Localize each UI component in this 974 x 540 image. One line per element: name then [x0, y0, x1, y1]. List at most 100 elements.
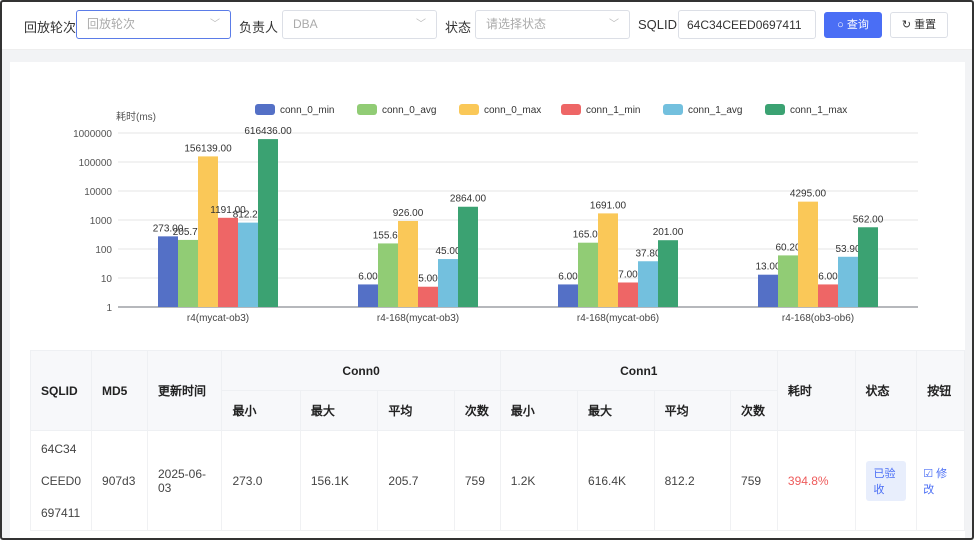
- bar: [158, 236, 178, 307]
- y-tick-label: 1000: [90, 216, 113, 227]
- y-axis-title: 耗时(ms): [116, 111, 156, 123]
- legend-label: conn_0_max: [484, 105, 541, 116]
- bar: [658, 240, 678, 307]
- bar: [598, 213, 618, 307]
- bar: [758, 274, 778, 307]
- bar: [558, 284, 578, 307]
- cell-status: 已验收: [854, 430, 918, 531]
- bar: [858, 227, 878, 307]
- edit-link[interactable]: ☑ 修改: [923, 468, 947, 496]
- header-conn0-min: 最小: [221, 390, 301, 431]
- bar-value-label: 53.90: [835, 244, 860, 255]
- chart-card: 1 10 100 1000 10000 100000 1000000 耗时(ms) conn_0…: [10, 62, 965, 342]
- header-updated: 更新时间: [146, 350, 223, 431]
- header-conn1-max: 最大: [577, 390, 655, 431]
- cell-conn0-max: 156.1K: [299, 430, 379, 531]
- bar-value-label: 1691.00: [590, 200, 627, 211]
- y-tick-label: 1000000: [73, 129, 112, 140]
- header-conn0: Conn0: [221, 350, 501, 391]
- sqlid-line: CEED0: [41, 473, 82, 488]
- legend-label: conn_1_max: [790, 105, 847, 116]
- header-status: 状态: [854, 350, 918, 431]
- cell-actions: ☑ 修改: [916, 430, 965, 531]
- bar-value-label: 562.00: [853, 214, 884, 225]
- bar-value-label: 6.00: [358, 271, 378, 282]
- header-conn0-count: 次数: [453, 390, 501, 431]
- bar: [618, 282, 638, 307]
- bar-chart: 1 10 100 1000 10000 100000 1000000 耗时(ms) conn_0…: [73, 104, 918, 324]
- bar-value-label: 5.00: [418, 274, 438, 285]
- bar: [798, 201, 818, 307]
- sqlid-line: 697411: [41, 505, 81, 520]
- cell-cost: 394.8%: [776, 430, 856, 531]
- legend-label: conn_1_avg: [688, 105, 743, 116]
- bar: [578, 242, 598, 307]
- cell-conn1-min: 1.2K: [499, 430, 579, 531]
- header-conn0-avg: 平均: [377, 390, 455, 431]
- sqlid-line: 64C34: [41, 441, 77, 456]
- bar-value-label: 45.00: [435, 246, 460, 257]
- header-actions: 按钮: [916, 350, 965, 431]
- bar: [238, 222, 258, 307]
- legend-label: conn_0_avg: [382, 105, 437, 116]
- edit-icon: ☑: [923, 467, 937, 480]
- header-conn1: Conn1: [499, 350, 778, 391]
- bar-value-label: 2864.00: [450, 194, 487, 205]
- bar: [418, 286, 438, 307]
- cell-conn1-avg: 812.2: [653, 430, 732, 531]
- y-tick-label: 1: [106, 303, 112, 314]
- bar-value-label: 6.00: [818, 271, 838, 282]
- bar-value-label: 201.00: [653, 227, 684, 238]
- legend-label: conn_0_min: [280, 105, 334, 116]
- bar-value-label: 156139.00: [184, 143, 232, 154]
- legend-swatch: [663, 104, 683, 115]
- header-cost: 耗时: [776, 350, 856, 431]
- bar: [218, 217, 238, 307]
- bar: [378, 243, 398, 307]
- bar: [778, 255, 798, 307]
- cell-conn1-max: 616.4K: [577, 430, 655, 531]
- header-conn1-min: 最小: [499, 390, 579, 431]
- table-card: SQLID MD5 更新时间 Conn0 Conn1 耗时 状态 按钮 最小 最…: [10, 342, 965, 538]
- legend-label: conn_1_min: [586, 105, 640, 116]
- legend-swatch: [561, 104, 581, 115]
- legend-swatch: [459, 104, 479, 115]
- bar: [258, 139, 278, 307]
- bar-value-label: 7.00: [618, 269, 638, 280]
- header-md5: MD5: [91, 350, 148, 431]
- y-tick-label: 10: [101, 274, 113, 285]
- bar-value-label: 616436.00: [244, 126, 292, 137]
- x-tick-label: r4-168(ob3-ob6): [782, 313, 854, 324]
- y-tick-label: 10000: [84, 187, 112, 198]
- bar: [398, 220, 418, 307]
- legend-swatch: [357, 104, 377, 115]
- legend-swatch: [255, 104, 275, 115]
- bar: [638, 261, 658, 307]
- bar-value-label: 4295.00: [790, 189, 827, 200]
- x-tick-label: r4(mycat-ob3): [187, 313, 249, 324]
- x-tick-label: r4-168(mycat-ob6): [577, 313, 659, 324]
- cell-conn0-avg: 205.7: [377, 430, 455, 531]
- table-row: 64C34 CEED0 697411 907d3 2025-06-03 273.0 …: [29, 430, 965, 531]
- cell-conn1-count: 759: [730, 430, 778, 531]
- legend-swatch: [765, 104, 785, 115]
- bar: [838, 256, 858, 307]
- bar-value-label: 37.80: [635, 248, 660, 259]
- y-tick-label: 100: [95, 245, 112, 256]
- bar: [458, 206, 478, 307]
- results-table: SQLID MD5 更新时间 Conn0 Conn1 耗时 状态 按钮 最小 最…: [29, 350, 965, 531]
- cell-updated: 2025-06-03: [146, 430, 223, 531]
- cell-md5: 907d3: [91, 430, 148, 531]
- header-sqlid: SQLID: [29, 350, 93, 431]
- y-tick-label: 100000: [79, 158, 113, 169]
- bar-value-label: 13.00: [755, 262, 780, 273]
- cell-sqlid: 64C34 CEED0 697411: [29, 430, 93, 531]
- bar: [198, 156, 218, 307]
- bar: [438, 259, 458, 307]
- cell-conn0-min: 273.0: [221, 430, 301, 531]
- status-badge: 已验收: [865, 460, 907, 501]
- header-conn0-max: 最大: [299, 390, 379, 431]
- bar-value-label: 60.20: [775, 242, 800, 253]
- header-conn1-avg: 平均: [653, 390, 732, 431]
- bar: [178, 239, 198, 307]
